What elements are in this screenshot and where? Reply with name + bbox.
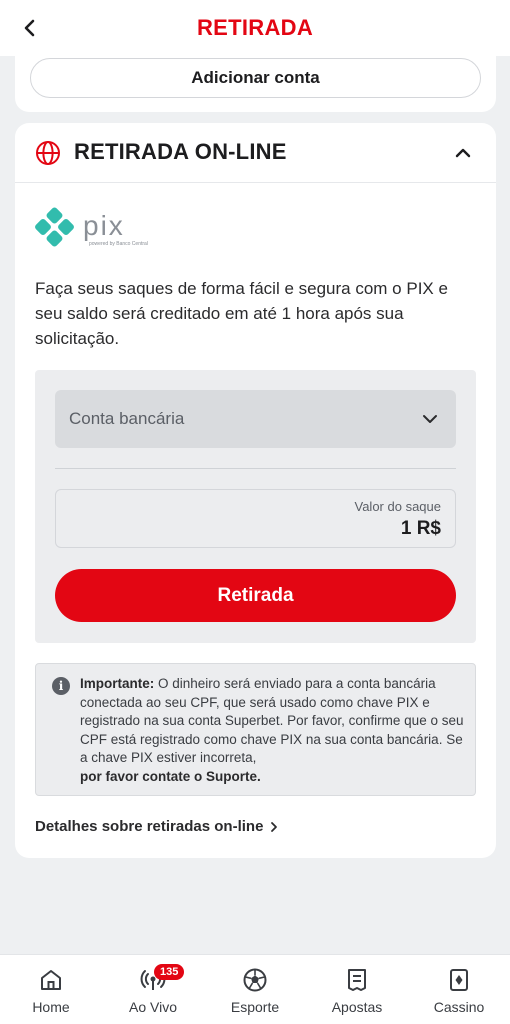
amount-label: Valor do saque — [354, 499, 442, 514]
playing-card-icon — [450, 969, 468, 991]
notice-text: Importante: O dinheiro será enviado para… — [80, 675, 465, 786]
nav-item-home[interactable]: Home — [0, 955, 102, 1024]
online-withdrawal-card: RETIRADA ON-LINE pix powered by Banco Ce… — [15, 123, 496, 858]
pix-description: Faça seus saques de forma fácil e segura… — [35, 279, 448, 348]
important-notice: i Importante: O dinheiro será enviado pa… — [35, 663, 476, 796]
details-link-label: Detalhes sobre retiradas on-line — [35, 818, 264, 835]
soccer-ball-icon — [243, 968, 267, 992]
home-icon — [41, 970, 61, 990]
bottom-navigation: Home 135 Ao Vivo Esporte Apostas Cassino — [0, 954, 510, 1024]
nav-item-sports[interactable]: Esporte — [204, 955, 306, 1024]
withdrawal-form: Conta bancária Valor do saque 1 R$ Retir… — [35, 370, 476, 643]
form-divider — [55, 468, 456, 469]
accounts-card: Adicionar conta — [15, 56, 496, 112]
nav-item-live[interactable]: 135 Ao Vivo — [102, 955, 204, 1024]
betslip-icon — [348, 969, 366, 991]
chevron-left-icon — [24, 19, 35, 37]
contact-support-link[interactable]: por favor contate o Suporte. — [80, 769, 261, 784]
bank-account-placeholder: Conta bancária — [69, 409, 185, 428]
back-button[interactable] — [16, 14, 44, 42]
withdraw-amount-field[interactable]: Valor do saque 1 R$ — [55, 489, 456, 548]
nav-label-sports: Esporte — [230, 999, 280, 1015]
nav-label-live: Ao Vivo — [129, 999, 177, 1015]
section-title: RETIRADA ON-LINE — [74, 139, 287, 164]
pix-logo-text: pix — [83, 210, 125, 241]
chevron-down-icon — [423, 415, 437, 423]
globe-icon — [36, 141, 60, 165]
pix-logo-caption: powered by Banco Central — [89, 241, 148, 247]
section-header[interactable]: RETIRADA ON-LINE — [15, 123, 496, 183]
info-icon: i — [52, 677, 70, 695]
amount-value: 1 R$ — [400, 518, 441, 539]
bank-account-select[interactable]: Conta bancária — [55, 390, 456, 448]
page-title: RETIRADA — [196, 15, 314, 40]
nav-item-casino[interactable]: Cassino — [408, 955, 510, 1024]
nav-item-bets[interactable]: Apostas — [306, 955, 408, 1024]
top-bar: RETIRADA — [0, 0, 510, 56]
withdraw-button[interactable]: Retirada — [55, 569, 456, 622]
pix-logo: pix powered by Banco Central — [35, 207, 148, 247]
nav-label-bets: Apostas — [331, 999, 383, 1015]
chevron-up-icon[interactable] — [451, 141, 475, 165]
live-count-badge: 135 — [154, 964, 185, 980]
nav-label-home: Home — [32, 999, 70, 1015]
withdrawal-details-link[interactable]: Detalhes sobre retiradas on-line — [35, 818, 279, 835]
add-account-button[interactable]: Adicionar conta — [30, 58, 481, 98]
notice-strong: Importante: — [80, 676, 155, 691]
nav-label-casino: Cassino — [433, 999, 485, 1015]
chevron-right-icon — [271, 821, 278, 832]
